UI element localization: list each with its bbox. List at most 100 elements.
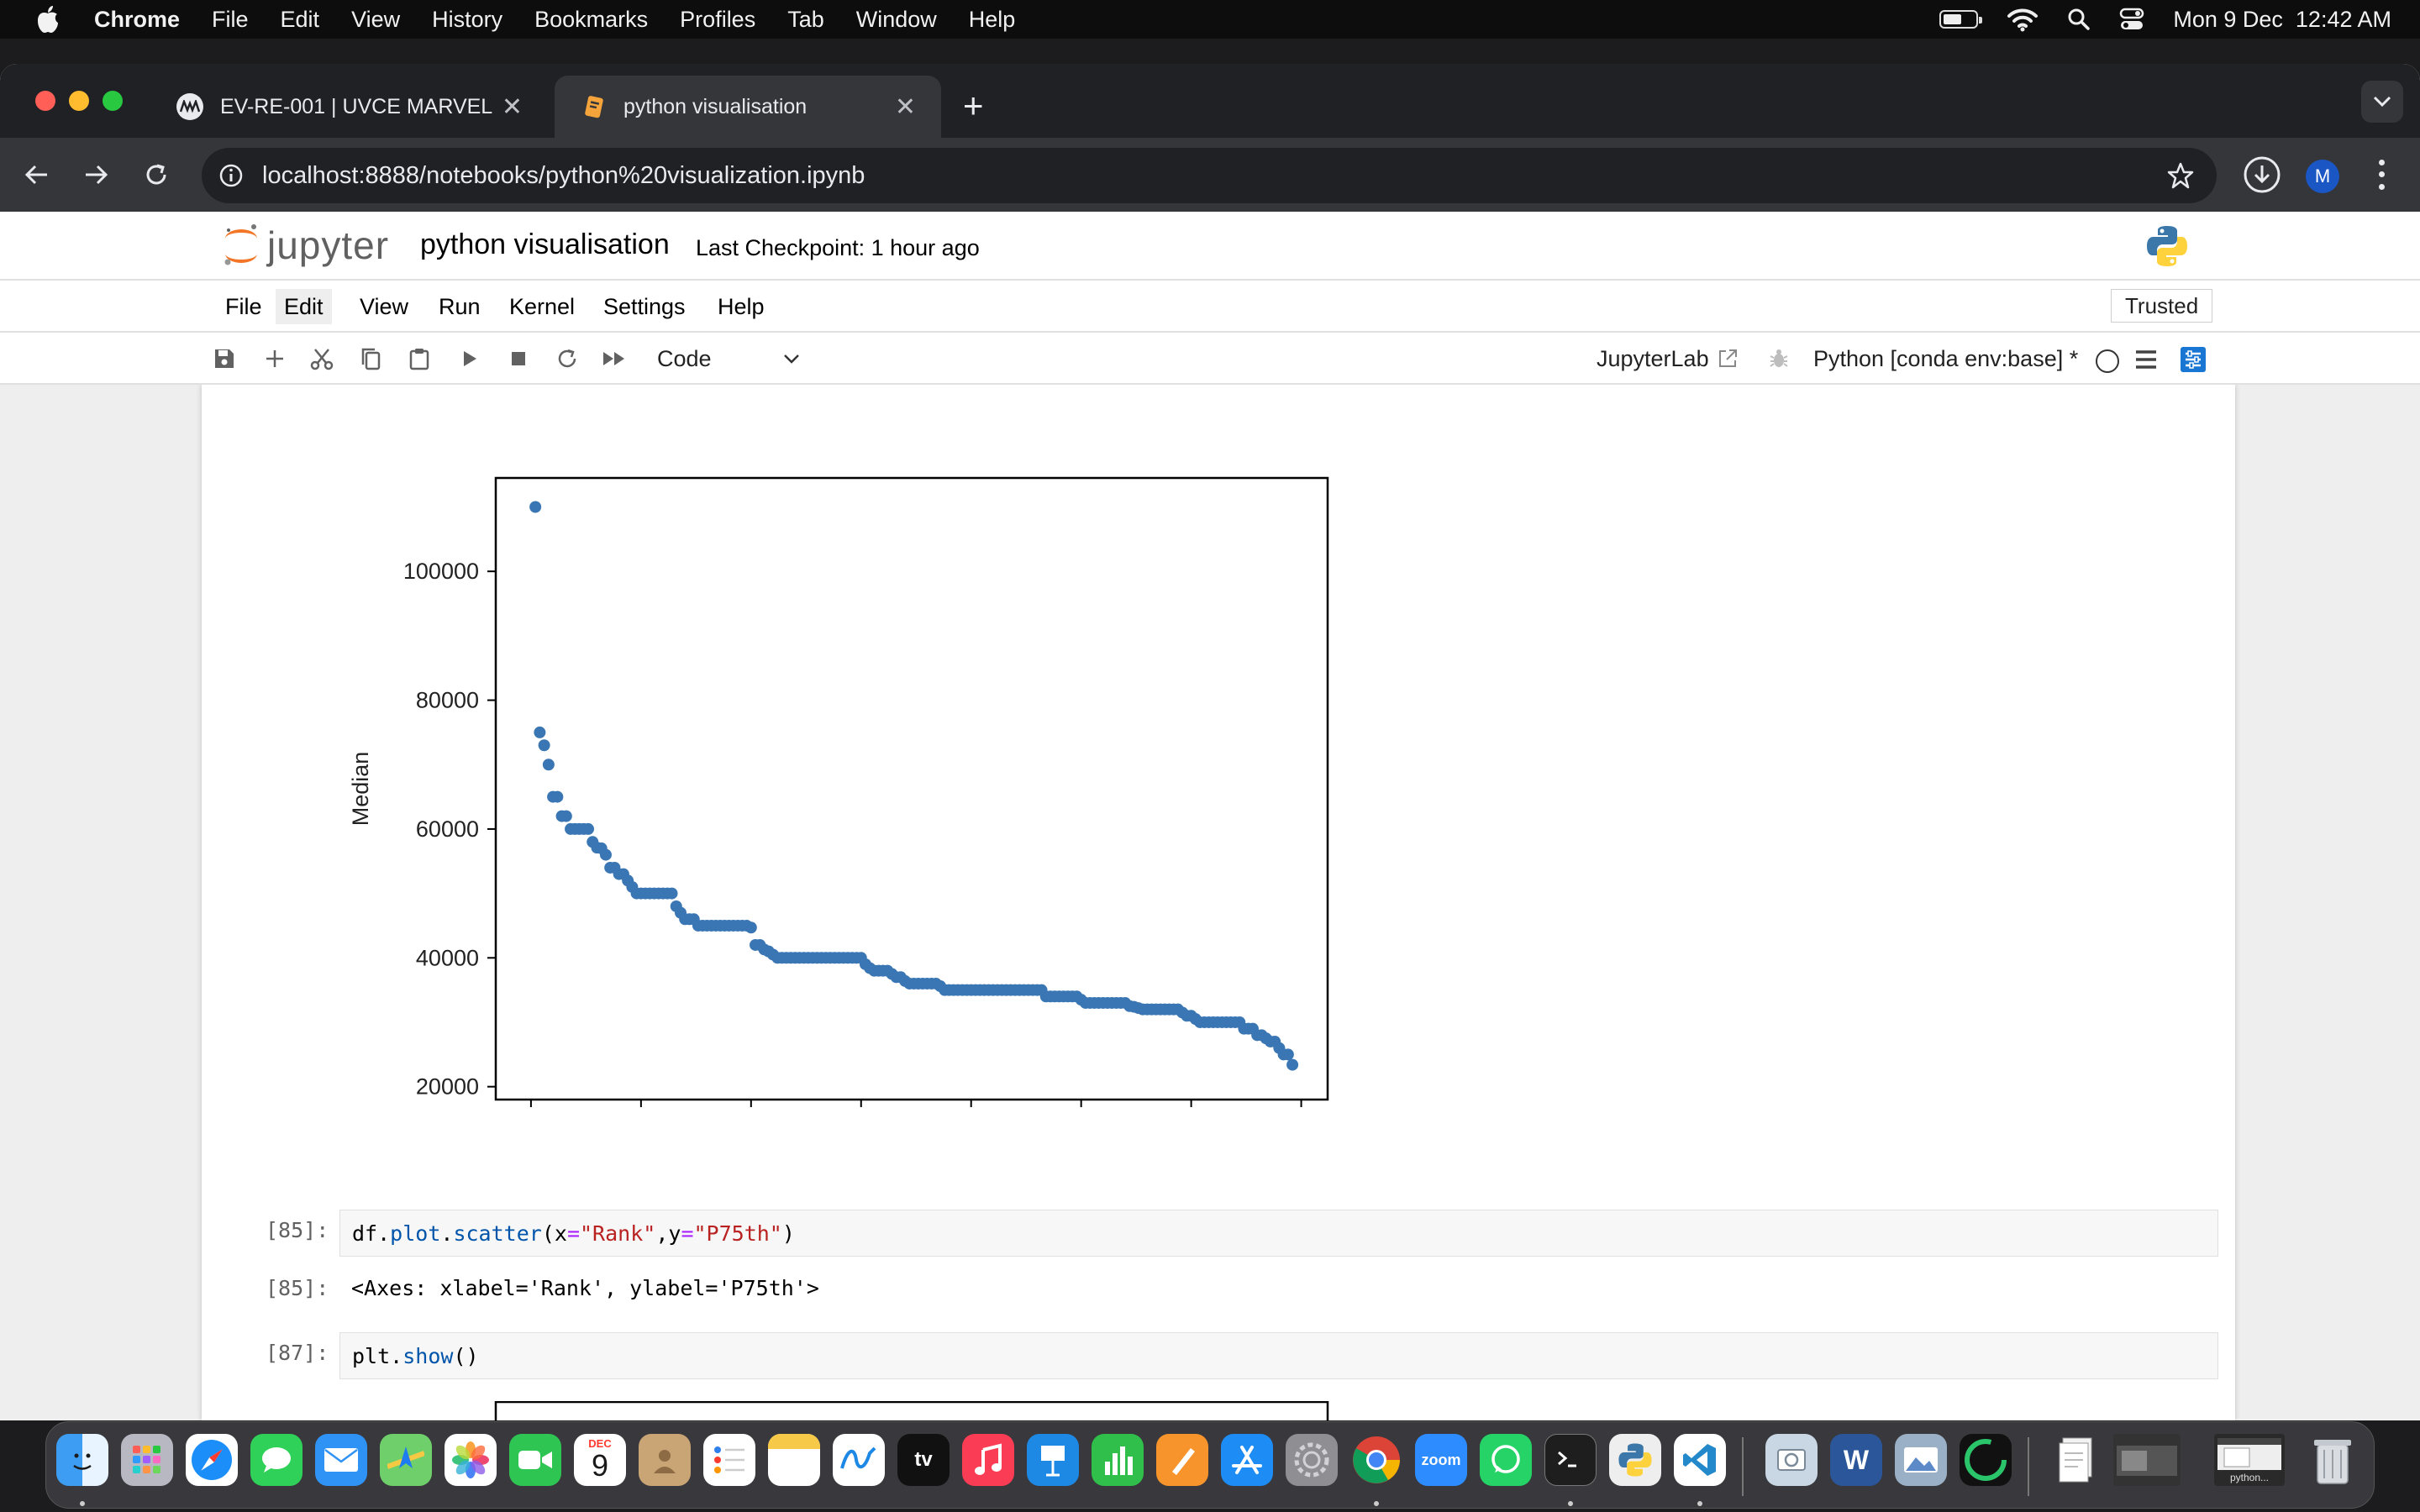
contacts-icon[interactable] — [639, 1434, 691, 1486]
browser-menu-icon[interactable] — [2375, 156, 2388, 193]
app-store-icon[interactable] — [1221, 1434, 1273, 1486]
menu-tab[interactable]: Tab — [787, 7, 824, 33]
microsoft-word-icon[interactable]: W — [1830, 1434, 1882, 1486]
new-tab-button[interactable]: + — [963, 86, 984, 126]
jp-menu-file[interactable]: File — [217, 289, 271, 324]
address-bar[interactable]: localhost:8888/notebooks/python%20visual… — [202, 148, 2217, 203]
system-settings-icon[interactable] — [1286, 1434, 1338, 1486]
url-text[interactable]: localhost:8888/notebooks/python%20visual… — [262, 162, 865, 190]
run-cell-button[interactable] — [457, 346, 482, 371]
zoom-icon[interactable]: zoom — [1415, 1434, 1467, 1486]
vscode-icon[interactable] — [1674, 1434, 1726, 1486]
window-close-button[interactable] — [35, 91, 55, 111]
jp-menu-settings[interactable]: Settings — [595, 289, 694, 324]
menu-file[interactable]: File — [212, 7, 249, 33]
trusted-indicator[interactable]: Trusted — [2111, 289, 2213, 323]
photos-icon[interactable] — [445, 1434, 497, 1486]
restart-run-all-button[interactable] — [602, 346, 627, 371]
menu-window[interactable]: Window — [856, 7, 937, 33]
menu-view[interactable]: View — [351, 7, 400, 33]
list-icon[interactable] — [2133, 346, 2160, 373]
tab-uvce-marvel[interactable]: EV-RE-001 | UVCE MARVEL ✕ — [151, 76, 548, 138]
jp-menu-view[interactable]: View — [351, 289, 417, 324]
forward-button[interactable] — [77, 156, 114, 193]
jp-menu-kernel[interactable]: Kernel — [501, 289, 583, 324]
spotlight-search-icon[interactable] — [2067, 8, 2091, 31]
notes-icon-header — [768, 1434, 820, 1449]
apple-icon[interactable] — [34, 5, 62, 34]
jp-menu-run[interactable]: Run — [430, 289, 489, 324]
tab-close-icon[interactable]: ✕ — [895, 92, 916, 122]
launchpad-icon[interactable] — [121, 1434, 173, 1486]
menu-edit[interactable]: Edit — [281, 7, 320, 33]
control-center-icon[interactable] — [2119, 8, 2144, 31]
download-icon[interactable] — [2242, 155, 2282, 195]
calendar-icon[interactable]: DEC 9 — [574, 1434, 626, 1486]
messages-icon[interactable] — [250, 1434, 302, 1486]
documents-stack-icon[interactable] — [2051, 1434, 2103, 1486]
menu-profiles[interactable]: Profiles — [680, 7, 755, 33]
save-button[interactable] — [212, 346, 237, 371]
keynote-icon[interactable] — [1027, 1434, 1079, 1486]
window-zoom-button[interactable] — [103, 91, 123, 111]
tab-search-button[interactable] — [2361, 81, 2403, 123]
scatter-plot-median: 0255075100125150175200004000060000800001… — [348, 476, 1329, 1107]
wifi-icon[interactable] — [2007, 7, 2039, 32]
running-indicator — [80, 1501, 85, 1506]
window-minimize-button[interactable] — [69, 91, 89, 111]
jp-menu-edit[interactable]: Edit — [276, 289, 332, 324]
insert-cell-button[interactable] — [262, 346, 287, 371]
menubar-clock[interactable]: Mon 9 Dec 12:42 AM — [2173, 7, 2391, 33]
finder-icon[interactable] — [56, 1434, 108, 1486]
notebook-scroll-area[interactable]: 0255075100125150175200004000060000800001… — [0, 385, 2420, 1420]
window-thumbnail-python[interactable]: python... — [2214, 1434, 2285, 1486]
copy-cell-button[interactable] — [358, 346, 383, 371]
tab-python-visualisation[interactable]: python visualisation ✕ — [555, 76, 941, 138]
activity-ring-icon[interactable] — [1960, 1434, 2012, 1486]
restart-kernel-button[interactable] — [555, 346, 580, 371]
menu-bookmarks[interactable]: Bookmarks — [534, 7, 648, 33]
cell-type-select[interactable]: Code — [657, 343, 800, 375]
cut-cell-button[interactable] — [309, 346, 334, 371]
jupyter-logo[interactable]: jupyter — [220, 220, 389, 270]
menu-help[interactable]: Help — [969, 7, 1016, 33]
property-inspector-icon[interactable] — [2180, 346, 2207, 373]
python-launcher-icon[interactable] — [1609, 1434, 1661, 1486]
window-thumbnail[interactable] — [2113, 1434, 2181, 1486]
music-icon[interactable] — [962, 1434, 1014, 1486]
site-info-icon[interactable] — [217, 161, 245, 190]
jp-menu-help[interactable]: Help — [709, 289, 773, 324]
preview-icon[interactable] — [1765, 1434, 1818, 1486]
notebook-title[interactable]: python visualisation — [420, 228, 670, 261]
whatsapp-icon[interactable] — [1480, 1434, 1532, 1486]
freeform-icon[interactable] — [833, 1434, 885, 1486]
apple-tv-icon[interactable]: tv — [897, 1434, 950, 1486]
mail-icon[interactable] — [315, 1434, 367, 1486]
profile-avatar[interactable]: M — [2306, 160, 2339, 193]
app-name-menu[interactable]: Chrome — [94, 7, 180, 33]
battery-icon[interactable] — [1939, 10, 1983, 29]
numbers-icon[interactable] — [1092, 1434, 1144, 1486]
kernel-name[interactable]: Python [conda env:base] * — [1813, 343, 2078, 375]
paste-cell-button[interactable] — [407, 346, 432, 371]
reminders-icon[interactable] — [703, 1434, 755, 1486]
bookmark-star-icon[interactable] — [2166, 161, 2195, 190]
debugger-button[interactable] — [1766, 346, 1791, 371]
maps-icon[interactable] — [380, 1434, 432, 1486]
pages-icon[interactable] — [1156, 1434, 1208, 1486]
safari-icon[interactable] — [186, 1434, 238, 1486]
open-jupyterlab-link[interactable]: JupyterLab — [1597, 343, 1739, 375]
tab-close-icon[interactable]: ✕ — [502, 92, 523, 122]
code-cell-input[interactable]: df. plot. scatter(x = "Rank", y = "P75th") — [339, 1210, 2218, 1257]
facetime-icon[interactable] — [509, 1434, 561, 1486]
menu-history[interactable]: History — [432, 7, 502, 33]
back-button[interactable] — [18, 156, 55, 193]
notes-icon[interactable] — [768, 1434, 820, 1486]
chrome-icon[interactable] — [1350, 1434, 1402, 1486]
trash-icon[interactable] — [2307, 1434, 2359, 1486]
code-cell-input[interactable]: plt. show() — [339, 1332, 2218, 1379]
image-viewer-icon[interactable] — [1895, 1434, 1947, 1486]
reload-button[interactable] — [138, 156, 175, 193]
terminal-icon[interactable] — [1544, 1434, 1597, 1486]
interrupt-kernel-button[interactable] — [506, 346, 531, 371]
